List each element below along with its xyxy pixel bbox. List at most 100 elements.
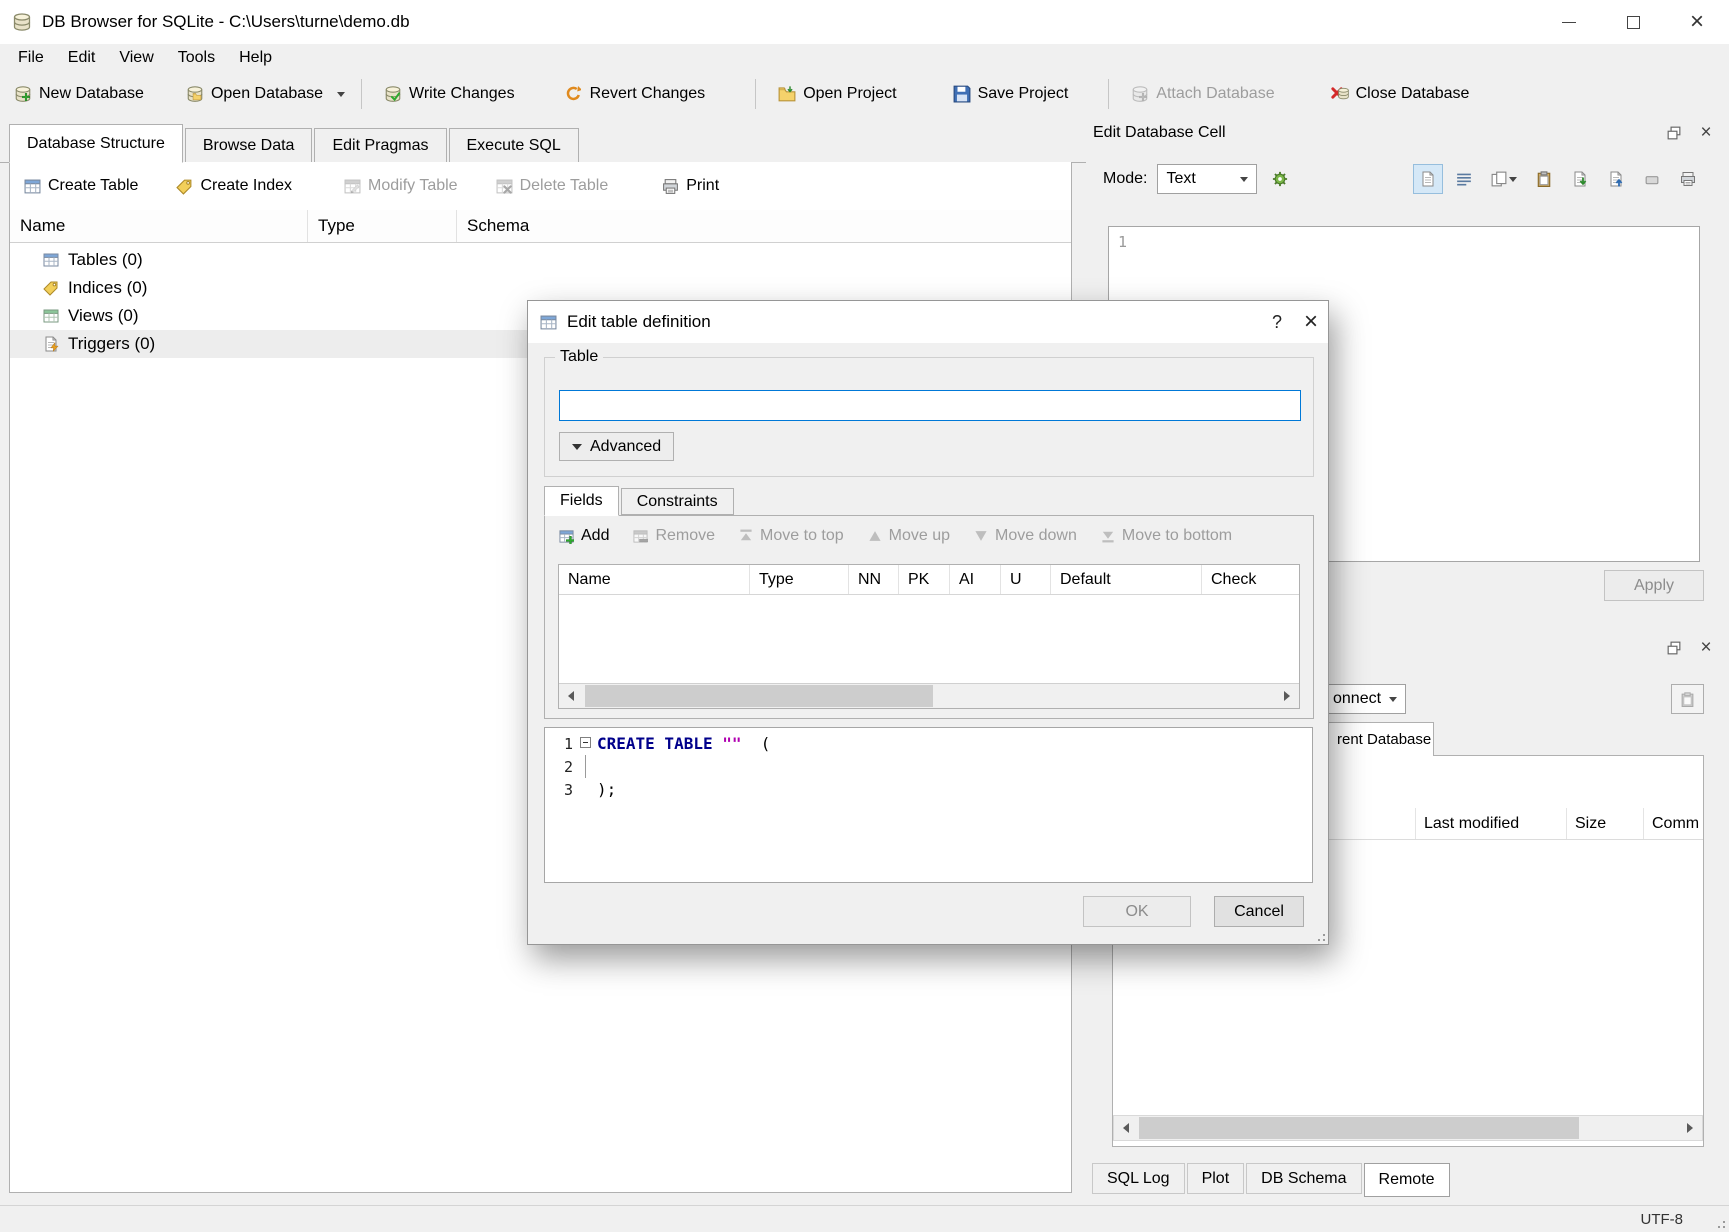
tab-browse-data[interactable]: Browse Data bbox=[185, 128, 313, 162]
auto-mode-button[interactable] bbox=[1265, 164, 1295, 194]
remove-field-button[interactable]: Remove bbox=[633, 527, 715, 545]
open-database-button[interactable]: Open Database bbox=[176, 75, 333, 113]
ok-button[interactable]: OK bbox=[1083, 896, 1191, 927]
scroll-right-icon[interactable] bbox=[1678, 1116, 1702, 1140]
new-database-icon bbox=[14, 85, 32, 103]
tab-execute-sql[interactable]: Execute SQL bbox=[449, 128, 579, 162]
revert-changes-button[interactable]: Revert Changes bbox=[555, 75, 716, 113]
create-index-button[interactable]: Create Index bbox=[168, 168, 300, 204]
scrollbar-thumb[interactable] bbox=[1139, 1117, 1579, 1139]
attach-database-button[interactable]: Attach Database bbox=[1121, 75, 1284, 113]
move-down-button[interactable]: Move down bbox=[974, 527, 1077, 545]
save-project-button[interactable]: Save Project bbox=[943, 75, 1079, 113]
fields-frame: Add Remove Move to top Move up Move down… bbox=[544, 515, 1314, 719]
new-database-button[interactable]: New Database bbox=[4, 75, 154, 113]
dialog-close-button[interactable]: × bbox=[1294, 305, 1328, 339]
dock-close-button[interactable]: × bbox=[1695, 123, 1717, 143]
tree-item-tables[interactable]: Tables (0) bbox=[10, 246, 1071, 274]
print-button[interactable]: Print bbox=[654, 168, 727, 204]
export-button[interactable] bbox=[1601, 164, 1631, 194]
print-cell-button[interactable] bbox=[1673, 164, 1703, 194]
text-view-button[interactable] bbox=[1413, 164, 1443, 194]
fold-margin[interactable] bbox=[573, 732, 597, 755]
write-changes-button[interactable]: Write Changes bbox=[374, 75, 525, 113]
column-header-check[interactable]: Check bbox=[1202, 565, 1299, 594]
sql-preview: 1 CREATE TABLE "" ( 2 3 ); bbox=[544, 727, 1313, 883]
column-header-u[interactable]: U bbox=[1001, 565, 1051, 594]
tab-edit-pragmas[interactable]: Edit Pragmas bbox=[314, 128, 446, 162]
clipboard-icon bbox=[1536, 171, 1552, 187]
set-null-button[interactable] bbox=[1637, 164, 1667, 194]
add-field-button[interactable]: Add bbox=[559, 527, 609, 545]
tab-constraints[interactable]: Constraints bbox=[621, 488, 734, 515]
close-icon: × bbox=[1690, 10, 1704, 34]
remote-horizontal-scrollbar[interactable] bbox=[1113, 1115, 1703, 1141]
maximize-button[interactable] bbox=[1601, 0, 1665, 44]
menu-help[interactable]: Help bbox=[227, 44, 284, 72]
move-to-top-button[interactable]: Move to top bbox=[739, 527, 844, 545]
menu-tools[interactable]: Tools bbox=[166, 44, 227, 72]
sql-line: 1 CREATE TABLE "" ( bbox=[545, 732, 1312, 755]
column-header-schema[interactable]: Schema bbox=[457, 210, 1071, 242]
tab-current-database[interactable]: rent Database bbox=[1318, 722, 1434, 756]
import-button[interactable] bbox=[1565, 164, 1595, 194]
menu-view[interactable]: View bbox=[107, 44, 165, 72]
scroll-right-icon[interactable] bbox=[1275, 684, 1299, 708]
column-header-ai[interactable]: AI bbox=[950, 565, 1001, 594]
table-name-input[interactable] bbox=[559, 390, 1301, 421]
dock-float-button[interactable] bbox=[1663, 638, 1685, 658]
tree-item-indices[interactable]: Indices (0) bbox=[10, 274, 1071, 302]
column-header-size[interactable]: Size bbox=[1567, 808, 1644, 839]
column-header-name[interactable]: Name bbox=[10, 210, 308, 242]
open-database-menu-button[interactable] bbox=[333, 75, 349, 113]
apply-button[interactable]: Apply bbox=[1604, 570, 1704, 601]
fold-margin bbox=[573, 755, 597, 778]
column-header-type[interactable]: Type bbox=[750, 565, 849, 594]
delete-table-button[interactable]: Delete Table bbox=[488, 168, 617, 204]
fold-collapse-icon[interactable] bbox=[580, 737, 591, 748]
tab-plot[interactable]: Plot bbox=[1187, 1163, 1245, 1194]
tab-remote[interactable]: Remote bbox=[1364, 1163, 1450, 1197]
mode-select[interactable]: Text bbox=[1157, 164, 1257, 194]
column-header-commit[interactable]: Comm bbox=[1644, 808, 1703, 839]
tab-fields[interactable]: Fields bbox=[544, 486, 619, 516]
tab-database-structure[interactable]: Database Structure bbox=[9, 124, 183, 163]
dock-close-button[interactable]: × bbox=[1695, 638, 1717, 658]
column-header-type[interactable]: Type bbox=[308, 210, 457, 242]
scroll-left-icon[interactable] bbox=[559, 684, 583, 708]
word-wrap-button[interactable] bbox=[1449, 164, 1479, 194]
window-resize-grip[interactable] bbox=[1711, 1214, 1725, 1228]
column-header-pk[interactable]: PK bbox=[899, 565, 950, 594]
tree-item-triggers[interactable]: Triggers (0) bbox=[10, 330, 566, 358]
menu-edit[interactable]: Edit bbox=[56, 44, 108, 72]
advanced-button[interactable]: Advanced bbox=[559, 432, 674, 461]
copy-button[interactable] bbox=[1485, 164, 1523, 194]
scrollbar-thumb[interactable] bbox=[585, 685, 933, 707]
modify-table-button[interactable]: Modify Table bbox=[336, 168, 466, 204]
remote-action-button[interactable] bbox=[1671, 684, 1704, 714]
move-to-bottom-button[interactable]: Move to bottom bbox=[1101, 527, 1232, 545]
advanced-label: Advanced bbox=[590, 438, 661, 456]
paste-button[interactable] bbox=[1529, 164, 1559, 194]
tab-db-schema[interactable]: DB Schema bbox=[1246, 1163, 1361, 1194]
minimize-button[interactable] bbox=[1537, 0, 1601, 44]
scroll-left-icon[interactable] bbox=[1114, 1116, 1138, 1140]
close-database-button[interactable]: Close Database bbox=[1321, 75, 1480, 113]
fields-grid-scrollbar[interactable] bbox=[559, 683, 1299, 708]
dialog-help-button[interactable]: ? bbox=[1260, 305, 1294, 339]
column-header-last-modified[interactable]: Last modified bbox=[1416, 808, 1567, 839]
dock-float-button[interactable] bbox=[1663, 123, 1685, 143]
create-table-button[interactable]: Create Table bbox=[16, 168, 146, 204]
menu-file[interactable]: File bbox=[6, 44, 56, 72]
cancel-button[interactable]: Cancel bbox=[1214, 896, 1304, 927]
column-header-name[interactable]: Name bbox=[559, 565, 750, 594]
remote-identity-select[interactable]: onnect bbox=[1324, 684, 1406, 714]
move-up-button[interactable]: Move up bbox=[868, 527, 950, 545]
column-header-default[interactable]: Default bbox=[1051, 565, 1202, 594]
encoding-indicator[interactable]: UTF-8 bbox=[1641, 1211, 1684, 1228]
open-project-button[interactable]: Open Project bbox=[768, 75, 906, 113]
tab-sql-log[interactable]: SQL Log bbox=[1092, 1163, 1185, 1194]
close-button[interactable]: × bbox=[1665, 0, 1729, 44]
dialog-resize-grip[interactable] bbox=[1311, 927, 1325, 941]
column-header-nn[interactable]: NN bbox=[849, 565, 899, 594]
